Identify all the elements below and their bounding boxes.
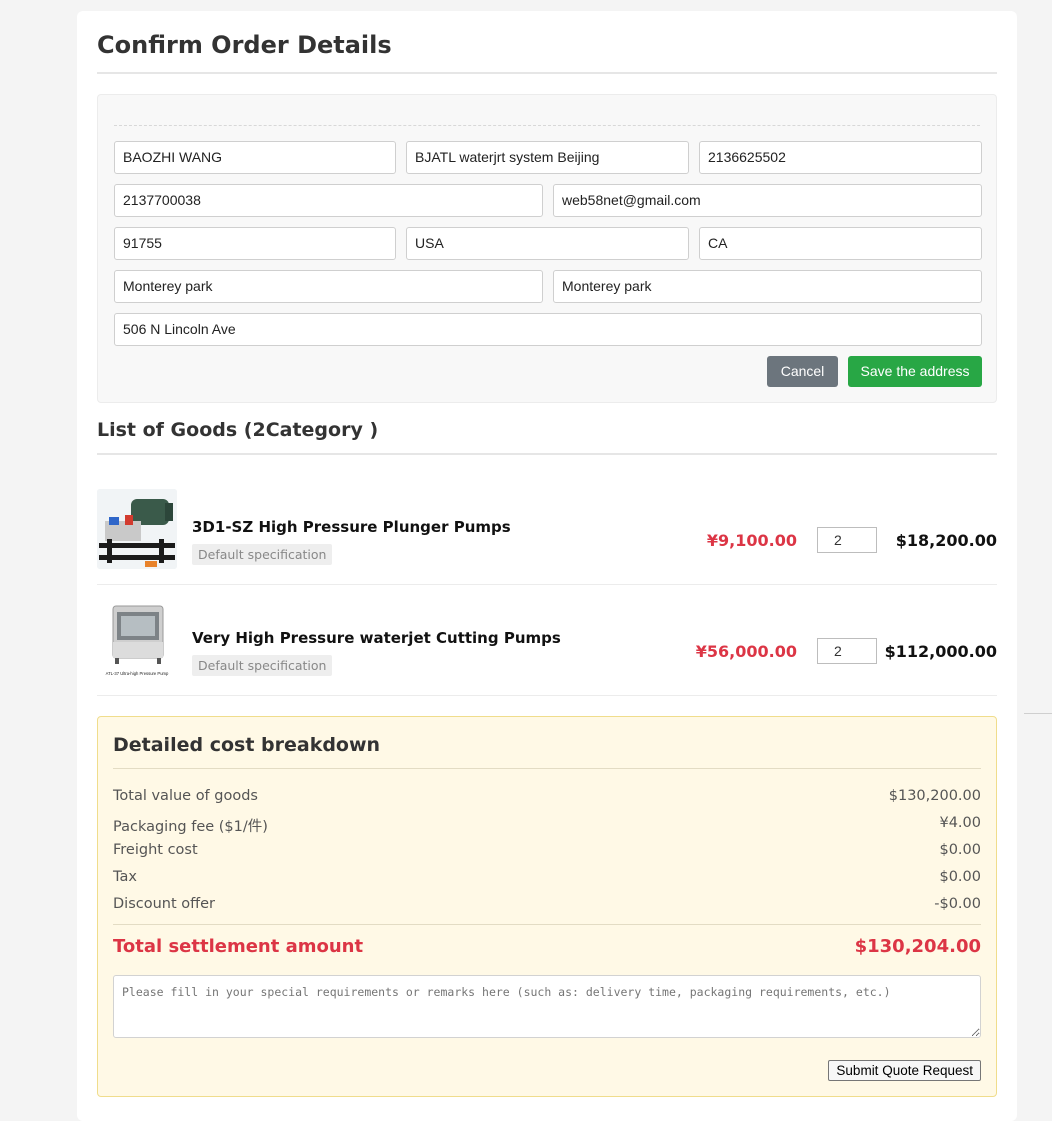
unit-price: ¥56,000.00 (695, 642, 797, 661)
city-field[interactable]: Monterey park (114, 270, 543, 303)
total-divider (113, 924, 981, 925)
country-field[interactable]: USA (406, 227, 689, 260)
pump-thumbnail (97, 489, 177, 569)
cost-line-discount: Discount offer -$0.00 (113, 896, 981, 916)
cost-label: Total value of goods (113, 788, 258, 804)
cost-value: $130,200.00 (888, 788, 981, 804)
spec-tag: Default specification (192, 655, 333, 676)
line-total: $112,000.00 (884, 642, 997, 661)
cost-label: Discount offer (113, 896, 216, 912)
goods-row: 3D1-SZ High Pressure Plunger Pumps Defau… (97, 474, 997, 585)
cost-value: ¥4.00 (939, 815, 981, 831)
cost-line-tax: Tax $0.00 (113, 869, 981, 889)
total-label: Total settlement amount (113, 936, 364, 957)
state-field[interactable]: CA (699, 227, 982, 260)
waterjet-pump-image-icon: ATL-37 Ultra-high Pressure Pump (97, 600, 177, 680)
cost-breakdown-title: Detailed cost breakdown (113, 734, 381, 756)
cost-value: -$0.00 (934, 896, 981, 912)
cancel-button[interactable]: Cancel (767, 356, 838, 387)
cost-divider (113, 768, 981, 769)
submit-quote-button[interactable]: Submit Quote Request (828, 1060, 981, 1081)
cost-label: Packaging fee ($1/件) (113, 819, 268, 835)
pump-image-icon (97, 489, 177, 569)
address-divider (114, 125, 980, 126)
goods-list-title: List of Goods (2Category ) (97, 419, 379, 441)
cost-breakdown-panel: Detailed cost breakdown Total value of g… (97, 716, 997, 1097)
quantity-input[interactable]: 2 (817, 638, 877, 664)
cost-label: Tax (113, 869, 137, 885)
cost-line-packaging: Packaging fee ($1/件) ¥4.00 (113, 815, 981, 835)
unit-price: ¥9,100.00 (706, 531, 797, 550)
remarks-textarea[interactable] (113, 975, 981, 1038)
cost-label: Freight cost (113, 842, 198, 858)
address-form: BAOZHI WANG BJATL waterjrt system Beijin… (97, 94, 997, 403)
goods-name[interactable]: 3D1-SZ High Pressure Plunger Pumps (192, 518, 511, 536)
spec-tag: Default specification (192, 544, 333, 565)
title-divider (97, 72, 997, 74)
company-field[interactable]: BJATL waterjrt system Beijing (406, 141, 689, 174)
thumbnail-caption: ATL-37 Ultra-high Pressure Pump (106, 671, 169, 676)
goods-name[interactable]: Very High Pressure waterjet Cutting Pump… (192, 629, 561, 647)
cost-line-freight: Freight cost $0.00 (113, 842, 981, 862)
order-card: Confirm Order Details BAOZHI WANG BJATL … (77, 11, 1017, 1121)
email-field[interactable]: web58net@gmail.com (553, 184, 982, 217)
page-edge-divider (1024, 713, 1052, 714)
goods-divider (97, 453, 997, 455)
name-field[interactable]: BAOZHI WANG (114, 141, 396, 174)
cost-line-goods: Total value of goods $130,200.00 (113, 788, 981, 808)
total-settlement: Total settlement amount $130,204.00 (113, 936, 981, 957)
save-address-button[interactable]: Save the address (848, 356, 982, 387)
goods-row: ATL-37 Ultra-high Pressure Pump Very Hig… (97, 585, 997, 696)
zip-field[interactable]: 91755 (114, 227, 396, 260)
page-title: Confirm Order Details (97, 31, 392, 59)
district-field[interactable]: Monterey park (553, 270, 982, 303)
fax-field[interactable]: 2137700038 (114, 184, 543, 217)
phone-field[interactable]: 2136625502 (699, 141, 982, 174)
waterjet-pump-thumbnail: ATL-37 Ultra-high Pressure Pump (97, 600, 177, 680)
total-value: $130,204.00 (854, 936, 981, 957)
street-field[interactable]: 506 N Lincoln Ave (114, 313, 982, 346)
cost-value: $0.00 (939, 869, 981, 885)
line-total: $18,200.00 (895, 531, 997, 550)
cost-value: $0.00 (939, 842, 981, 858)
quantity-input[interactable]: 2 (817, 527, 877, 553)
